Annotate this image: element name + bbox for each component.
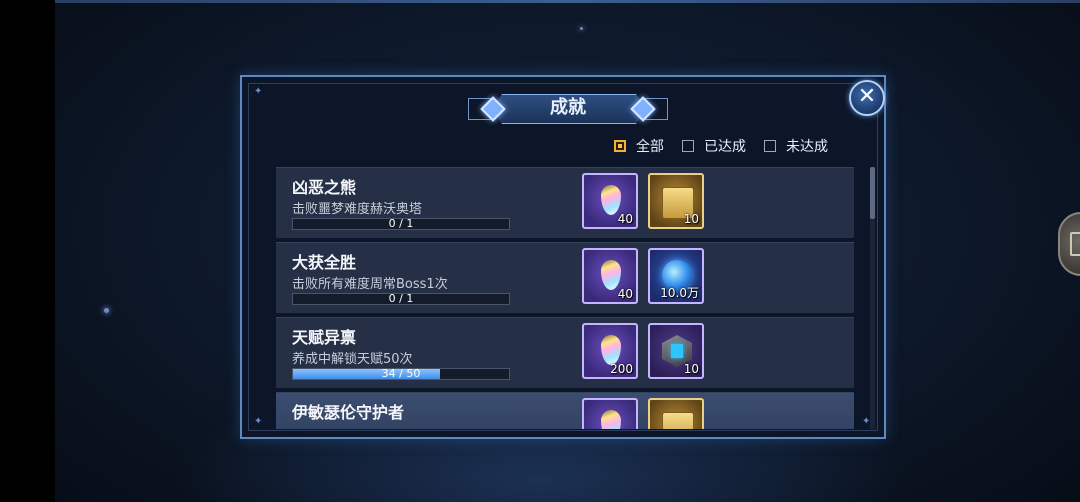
achievement-name: 伊敏瑟伦守护者 bbox=[292, 403, 405, 422]
checkbox-icon[interactable] bbox=[682, 140, 694, 152]
filter-label: 已达成 bbox=[704, 139, 746, 155]
reward-qty: 10 bbox=[683, 362, 699, 376]
gold-scroll-icon bbox=[662, 412, 694, 429]
reward-item[interactable] bbox=[582, 398, 638, 429]
achievement-desc: 养成中解锁天赋50次 bbox=[292, 352, 413, 367]
achievement-name: 天赋异禀 bbox=[292, 328, 357, 347]
top-border bbox=[55, 0, 1080, 3]
prism-drop-icon bbox=[601, 335, 621, 365]
achievement-row[interactable]: 天赋异禀 养成中解锁天赋50次 34 / 50 200 10 bbox=[276, 317, 854, 388]
dialog-title: 成就 bbox=[550, 97, 586, 118]
star-sparkle bbox=[580, 27, 583, 30]
reward-item[interactable]: 200 bbox=[582, 323, 638, 379]
reward-item[interactable]: 10 bbox=[648, 173, 704, 229]
achievement-desc: 击败所有难度周常Boss1次 bbox=[292, 277, 448, 292]
reward-item[interactable]: 10.0万 bbox=[648, 248, 704, 304]
reward-item[interactable]: 40 bbox=[582, 248, 638, 304]
progress-bar: 34 / 50 bbox=[292, 367, 510, 380]
list-scrollbar[interactable] bbox=[870, 167, 875, 429]
reward-qty: 40 bbox=[617, 212, 633, 226]
achievement-list[interactable]: 凶恶之熊 击败噩梦难度赫沃奥塔 0 / 1 40 10 大获全胜 击败所有难度周… bbox=[276, 167, 854, 429]
corner-ornament-icon: ✦ bbox=[254, 416, 263, 427]
progress-bar: 0 / 1 bbox=[292, 292, 510, 305]
filter-all[interactable]: 全部 bbox=[614, 135, 664, 157]
achievement-dialog: ✦ ✦ ✦ ✦ 成就 ✕ 全部 已达成 未达成 凶恶之熊 击败噩梦难度赫沃奥塔 bbox=[240, 75, 886, 439]
box-icon bbox=[1070, 232, 1080, 256]
progress-text: 0 / 1 bbox=[388, 292, 414, 305]
reward-item[interactable]: 40 bbox=[582, 173, 638, 229]
reward-qty: 10.0万 bbox=[660, 286, 699, 300]
reward-qty: 10 bbox=[683, 212, 699, 226]
reward-item[interactable] bbox=[648, 398, 704, 429]
achievement-row[interactable]: 凶恶之熊 击败噩梦难度赫沃奥塔 0 / 1 40 10 bbox=[276, 167, 854, 238]
progress-text: 0 / 1 bbox=[388, 217, 414, 230]
filter-label: 全部 bbox=[636, 139, 664, 155]
prism-drop-icon bbox=[601, 260, 621, 290]
achievement-row[interactable]: 伊敏瑟伦守护者 bbox=[276, 392, 854, 429]
achievement-name: 凶恶之熊 bbox=[292, 178, 357, 197]
reward-qty: 200 bbox=[610, 362, 633, 376]
star-sparkle bbox=[104, 308, 109, 313]
reward-item[interactable]: 10 bbox=[648, 323, 704, 379]
filter-bar: 全部 已达成 未达成 bbox=[614, 135, 846, 157]
filter-label: 未达成 bbox=[786, 139, 828, 155]
progress-bar: 0 / 1 bbox=[292, 217, 510, 230]
prism-drop-icon bbox=[601, 185, 621, 215]
achievement-name: 大获全胜 bbox=[292, 253, 357, 272]
achievement-desc: 击败噩梦难度赫沃奥塔 bbox=[292, 202, 423, 217]
scrollbar-thumb[interactable] bbox=[870, 167, 875, 219]
reward-qty: 40 bbox=[617, 287, 633, 301]
achievement-row[interactable]: 大获全胜 击败所有难度周常Boss1次 0 / 1 40 10.0万 bbox=[276, 242, 854, 313]
checkbox-icon[interactable] bbox=[614, 140, 626, 152]
side-menu-button[interactable] bbox=[1058, 212, 1080, 276]
filter-incomplete[interactable]: 未达成 bbox=[764, 135, 828, 157]
checkbox-icon[interactable] bbox=[764, 140, 776, 152]
corner-ornament-icon: ✦ bbox=[254, 86, 263, 97]
dialog-title-banner: 成就 bbox=[468, 94, 668, 124]
close-button[interactable]: ✕ bbox=[849, 80, 885, 116]
filter-completed[interactable]: 已达成 bbox=[682, 135, 746, 157]
progress-text: 34 / 50 bbox=[381, 367, 421, 380]
letterbox-left bbox=[0, 0, 55, 502]
prism-drop-icon bbox=[601, 410, 621, 429]
